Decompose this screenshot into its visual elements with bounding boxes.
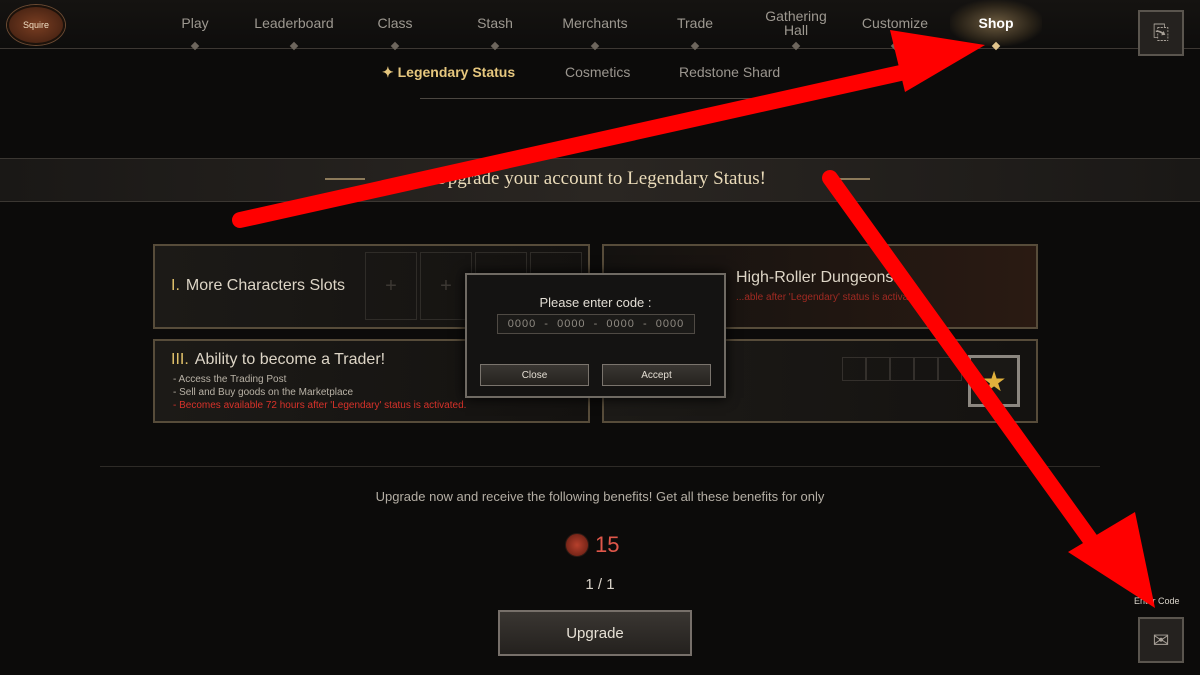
price-value: 15 (595, 532, 620, 557)
stash-cell (914, 357, 938, 381)
benefit-label: High-Roller Dungeons! (736, 269, 898, 286)
nav-label: Gathering Hall (765, 8, 827, 38)
benefit-bullet: - Sell and Buy goods on the Marketplace (173, 387, 354, 398)
dialog-title: Please enter code : (539, 295, 652, 310)
benefit-numeral: III. (171, 351, 189, 368)
page-indicator: 1 / 1 (585, 576, 615, 593)
nav-pip (890, 41, 900, 51)
upgrade-button[interactable]: Upgrade (498, 610, 692, 656)
tab-cosmetics[interactable]: Cosmetics (565, 64, 630, 80)
nav-label: Stash (477, 15, 513, 31)
nav-label: Customize (861, 15, 929, 31)
arrow-head-enter-code (1068, 512, 1155, 608)
nav-label: Play (181, 15, 209, 31)
top-nav-bar: Squire Play Leaderboard Class Stash Merc… (0, 0, 1200, 51)
nav-label: Shop (978, 15, 1014, 31)
stash-cell (866, 357, 890, 381)
sparkle-icon: ✦ (382, 64, 394, 80)
nav-label: Trade (676, 15, 714, 31)
redstone-shard-icon (565, 533, 589, 557)
accept-button[interactable]: Accept (602, 364, 711, 386)
benefit-numeral: I. (171, 277, 180, 294)
star-icon: ★ (968, 355, 1020, 407)
letter-icon: ✉ (1152, 629, 1170, 652)
price: 15 (565, 532, 619, 558)
section-divider (100, 466, 1100, 467)
social-button[interactable]: ⎘ (1138, 10, 1184, 56)
nav-customize[interactable]: Customize (852, 0, 938, 51)
rank-badge[interactable]: Squire (7, 5, 65, 45)
benefit-title: III. Ability to become a Trader! (171, 351, 385, 369)
nav-label: Leaderboard (254, 15, 334, 31)
stash-cell (938, 357, 962, 381)
benefit-label: More Characters Slots (185, 277, 346, 294)
tab-divider (420, 98, 780, 99)
nav-shop[interactable]: Shop (950, 0, 1042, 51)
nav-pip (590, 41, 600, 51)
tab-label: Legendary Status (397, 64, 516, 80)
nav-pip (289, 41, 299, 51)
nav-label: Merchants (562, 15, 628, 31)
close-button[interactable]: Close (480, 364, 589, 386)
banner-title: Upgrade your account to Legendary Status… (434, 168, 766, 189)
nav-trade[interactable]: Trade (665, 0, 725, 51)
nav-pip (390, 41, 400, 51)
nav-pip (690, 41, 700, 51)
enter-code-dialog: Please enter code : Close Accept (465, 273, 726, 398)
benefit-bullet: - Access the Trading Post (173, 374, 287, 385)
nav-leaderboard[interactable]: Leaderboard (244, 0, 344, 51)
nav-pip (190, 41, 200, 51)
benefit-title: I. More Characters Slots (171, 277, 345, 295)
scroll-icon: ⎘ (1153, 21, 1169, 44)
nav-pip (991, 41, 1001, 51)
benefit-bullet-warning: - Becomes available 72 hours after 'Lege… (173, 400, 467, 411)
tab-redstone-shard[interactable]: Redstone Shard (679, 64, 780, 80)
nav-pip (791, 41, 801, 51)
tab-legendary-status[interactable]: ✦ Legendary Status (382, 64, 515, 81)
enter-code-label: Enter Code (1134, 596, 1180, 606)
code-input[interactable] (497, 314, 695, 334)
benefit-note: ...able after 'Legendary' status is acti… (736, 292, 925, 303)
banner-ornament-right (830, 178, 870, 180)
nav-label: Class (377, 15, 413, 31)
legendary-banner: Upgrade your account to Legendary Status… (0, 158, 1200, 202)
benefit-label: Ability to become a Trader! (194, 351, 386, 368)
stash-cell (890, 357, 914, 381)
nav-pip (490, 41, 500, 51)
nav-class[interactable]: Class (365, 0, 425, 51)
enter-code-button[interactable]: ✉ (1138, 617, 1184, 663)
nav-merchants[interactable]: Merchants (550, 0, 640, 51)
offer-text: Upgrade now and receive the following be… (375, 489, 825, 504)
nav-gathering-hall[interactable]: Gathering Hall (755, 0, 837, 51)
stash-cell (842, 357, 866, 381)
nav-stash[interactable]: Stash (465, 0, 525, 51)
nav-play[interactable]: Play (165, 0, 225, 51)
character-slot: + (365, 252, 417, 320)
